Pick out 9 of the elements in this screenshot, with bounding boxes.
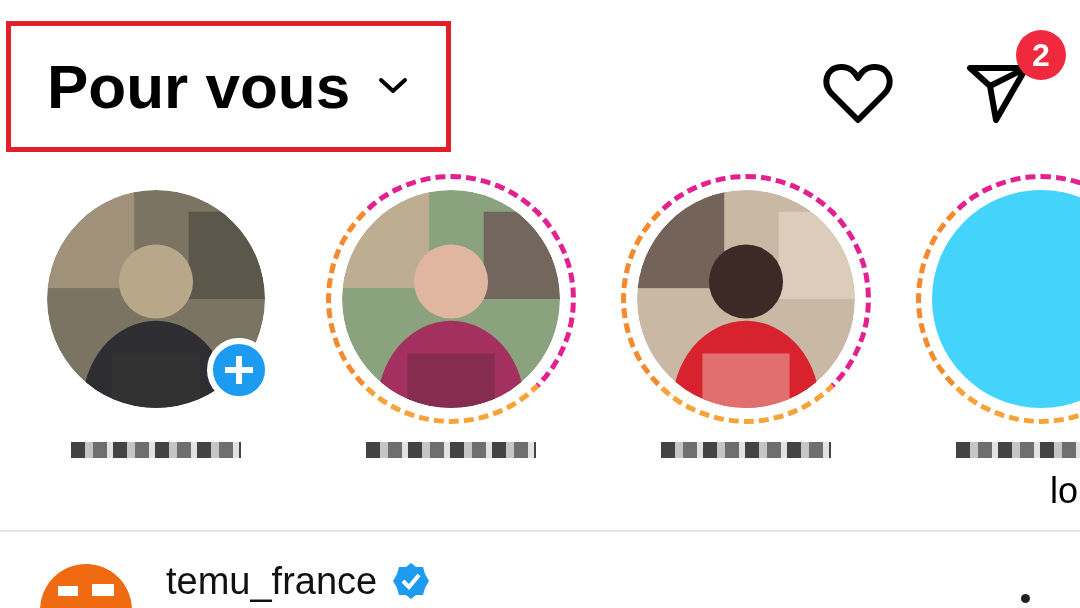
heart-icon[interactable] (822, 62, 894, 126)
feed-selector[interactable]: Pour vous (11, 50, 409, 122)
notification-badge: 2 (1016, 30, 1066, 80)
more-options-icon[interactable] (1021, 594, 1030, 603)
username[interactable]: temu_france (166, 562, 378, 600)
story-name: lo (1049, 470, 1078, 512)
story-avatar[interactable] (620, 174, 871, 424)
story-avatar[interactable] (325, 174, 576, 424)
chevron-down-icon (378, 77, 409, 95)
